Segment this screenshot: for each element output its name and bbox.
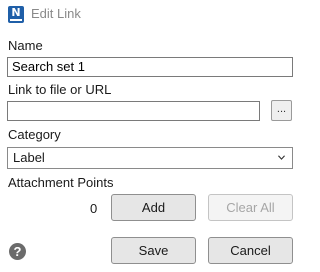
link-field[interactable] [7, 101, 260, 121]
browse-button[interactable]: ... [271, 100, 292, 121]
chevron-down-icon [278, 155, 285, 160]
name-label: Name [8, 38, 43, 53]
window-title: Edit Link [31, 6, 81, 21]
link-label: Link to file or URL [8, 82, 112, 97]
category-select[interactable]: Label [7, 147, 293, 169]
app-icon-letter: N [11, 6, 21, 19]
attachment-points-label: Attachment Points [8, 175, 114, 190]
category-label: Category [8, 127, 61, 142]
name-field[interactable]: Search set 1 [7, 57, 293, 77]
category-selected-value: Label [13, 150, 45, 165]
clear-all-button[interactable]: Clear All [208, 194, 293, 221]
attachment-count: 0 [90, 201, 98, 216]
save-button[interactable]: Save [111, 237, 196, 264]
add-button[interactable]: Add [111, 194, 196, 221]
cancel-button[interactable]: Cancel [208, 237, 293, 264]
app-icon: N [8, 6, 24, 23]
title-bar: N Edit Link [0, 0, 300, 30]
help-icon[interactable]: ? [9, 243, 26, 260]
